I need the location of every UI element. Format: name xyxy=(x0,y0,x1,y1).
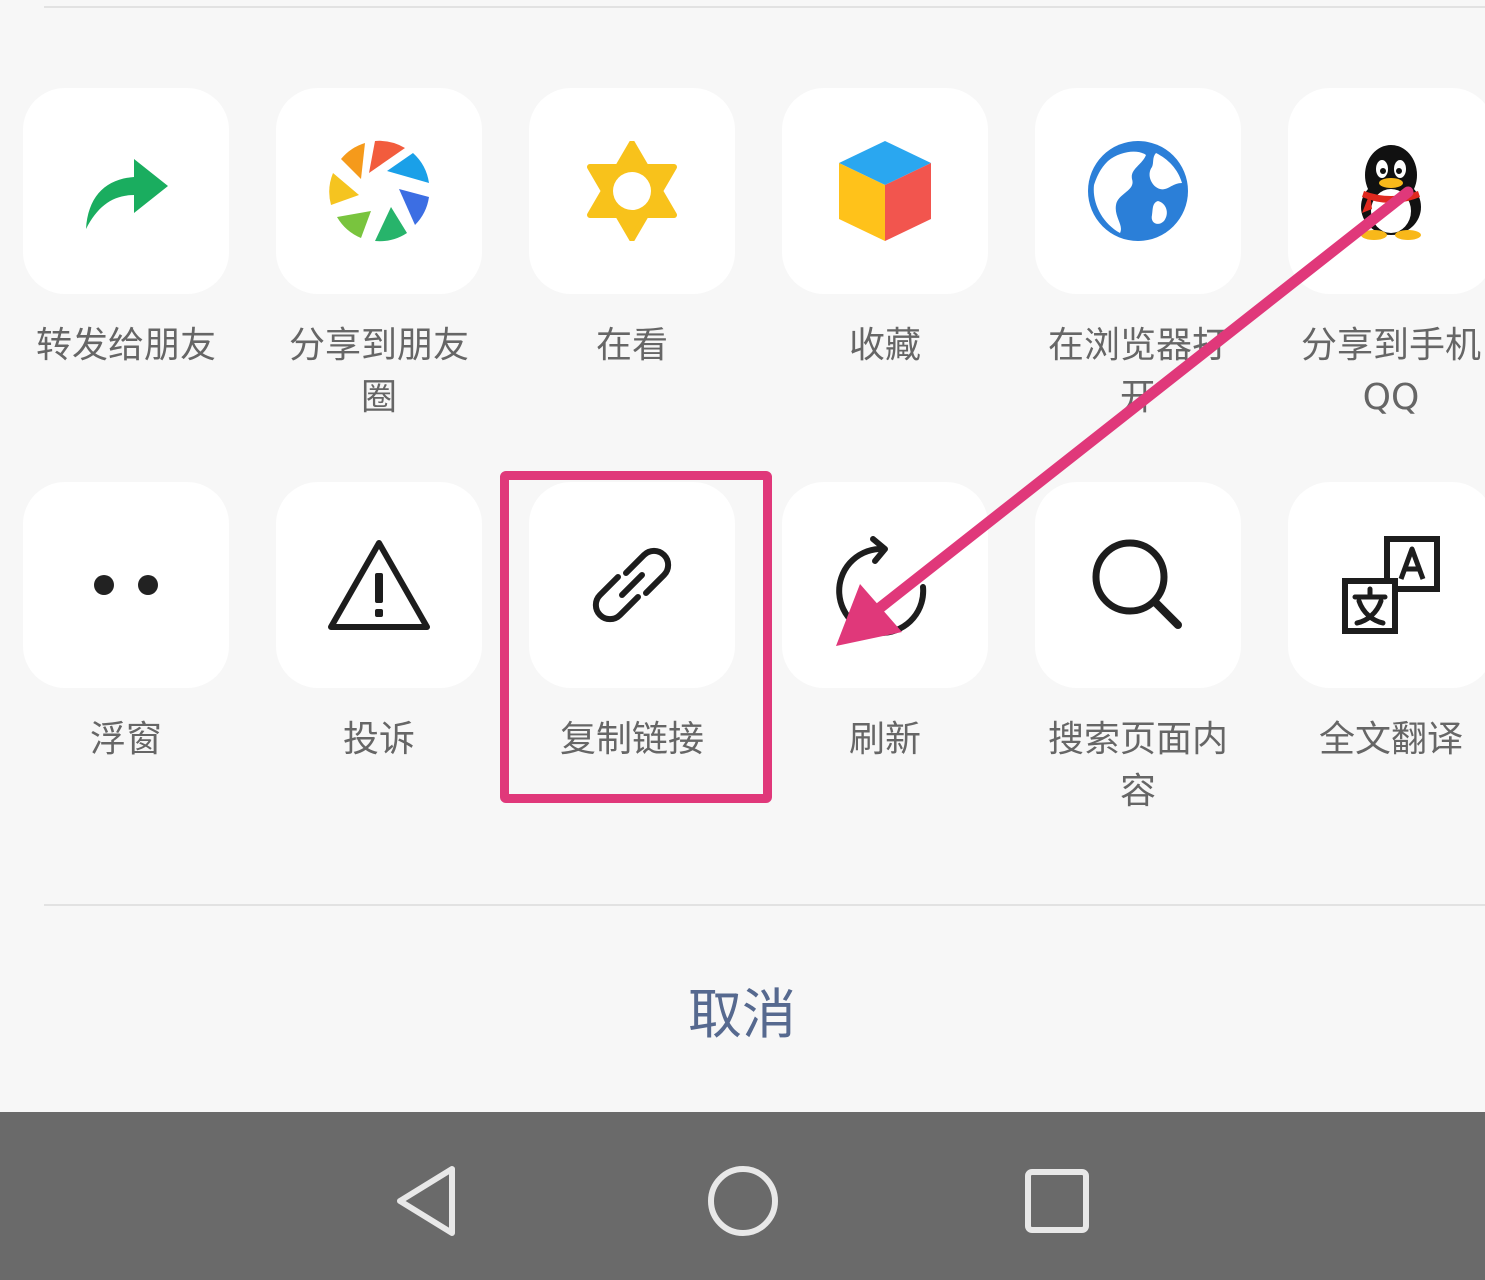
browser-icon-box[interactable] xyxy=(1035,88,1241,294)
translate-icon-box[interactable] xyxy=(1288,482,1485,688)
tile-label: 在看 xyxy=(595,325,668,366)
back-icon xyxy=(397,1166,455,1236)
favorite-tile[interactable]: 收藏 xyxy=(782,88,988,372)
browser-icon xyxy=(1088,141,1188,241)
tile-label: 复制链接 xyxy=(559,719,704,760)
back-button[interactable] xyxy=(382,1156,472,1246)
tile-label: 分享到手机QQ xyxy=(1300,325,1481,418)
share-sheet: 转发给朋友 分享到朋友圈 在看 收藏 在浏览器打开 分享到手机QQ 浮窗 投诉 … xyxy=(0,0,1485,1112)
share-row-1: 转发给朋友 分享到朋友圈 在看 收藏 在浏览器打开 分享到手机QQ xyxy=(0,88,1485,488)
tile-label: 浮窗 xyxy=(89,719,162,760)
recent-apps-button[interactable] xyxy=(1012,1156,1102,1246)
recent-apps-icon xyxy=(1025,1169,1089,1233)
bottom-divider xyxy=(44,904,1485,906)
moments-icon xyxy=(329,140,429,242)
share-to-moments-tile[interactable]: 分享到朋友圈 xyxy=(276,88,482,424)
tile-label: 搜索页面内容 xyxy=(1047,719,1228,812)
cancel-button[interactable]: 取消 xyxy=(592,970,892,1060)
tile-label: 分享到朋友圈 xyxy=(288,325,469,418)
tile-label: 刷新 xyxy=(848,719,921,760)
copy-link-tile[interactable]: 复制链接 xyxy=(529,482,735,766)
refresh-icon-box[interactable] xyxy=(782,482,988,688)
float-window-icon xyxy=(94,575,158,595)
share-row-2: 浮窗 投诉 复制链接 刷新 搜索页面内容 全文翻译 xyxy=(0,482,1485,882)
share-to-qq-tile[interactable]: 分享到手机QQ xyxy=(1288,88,1485,424)
open-in-browser-tile[interactable]: 在浏览器打开 xyxy=(1035,88,1241,424)
forward-to-friend-tile[interactable]: 转发给朋友 xyxy=(23,88,229,372)
home-button[interactable] xyxy=(698,1156,788,1246)
wow-icon xyxy=(587,141,677,241)
float-window-tile[interactable]: 浮窗 xyxy=(23,482,229,766)
system-navigation-bar xyxy=(0,1112,1485,1280)
wow-tile[interactable]: 在看 xyxy=(529,88,735,372)
warning-icon-box[interactable] xyxy=(276,482,482,688)
refresh-tile[interactable]: 刷新 xyxy=(782,482,988,766)
refresh-icon xyxy=(836,536,927,636)
float-window-icon-box[interactable] xyxy=(23,482,229,688)
search-icon-box[interactable] xyxy=(1035,482,1241,688)
forward-icon xyxy=(86,159,168,229)
tile-label: 全文翻译 xyxy=(1318,719,1463,760)
search-page-tile[interactable]: 搜索页面内容 xyxy=(1035,482,1241,818)
translate-tile[interactable]: 全文翻译 xyxy=(1288,482,1485,766)
forward-icon-box[interactable] xyxy=(23,88,229,294)
favorite-icon xyxy=(839,141,931,241)
warning-icon xyxy=(328,540,430,630)
link-icon xyxy=(592,547,672,623)
search-icon xyxy=(1092,539,1182,629)
qq-icon-box[interactable] xyxy=(1288,88,1485,294)
moments-icon-box[interactable] xyxy=(276,88,482,294)
tile-label: 收藏 xyxy=(848,325,921,366)
complain-tile[interactable]: 投诉 xyxy=(276,482,482,766)
qq-icon xyxy=(1361,145,1421,240)
translate-icon xyxy=(1342,536,1440,634)
link-icon-box[interactable] xyxy=(529,482,735,688)
wow-icon-box[interactable] xyxy=(529,88,735,294)
favorite-icon-box[interactable] xyxy=(782,88,988,294)
tile-label: 投诉 xyxy=(342,719,415,760)
home-icon xyxy=(708,1166,778,1236)
tile-label: 在浏览器打开 xyxy=(1047,325,1228,418)
top-divider xyxy=(44,6,1485,8)
tile-label: 转发给朋友 xyxy=(35,325,216,366)
